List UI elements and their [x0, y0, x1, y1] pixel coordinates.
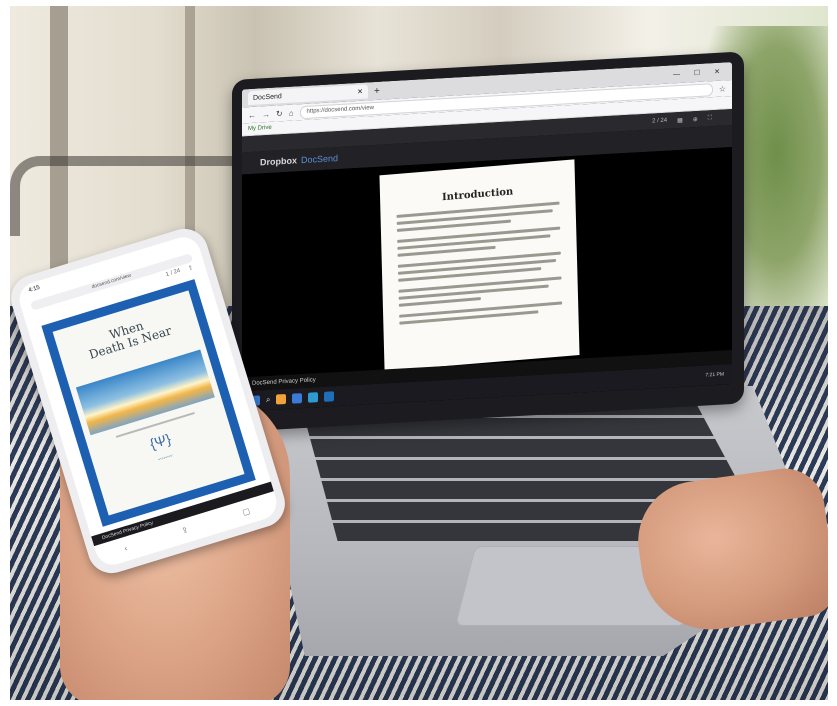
share-icon[interactable]: ⇪: [180, 525, 189, 536]
tab-title: DocSend: [253, 92, 282, 102]
book-cover-inner: When Death Is Near {Ψ} 〰〰〰: [52, 290, 245, 516]
taskbar-app-icon[interactable]: [292, 393, 303, 404]
grid-icon[interactable]: ▦: [677, 116, 683, 123]
laptop-lid: DocSend ✕ + — ☐ ✕ ← → ↻ ⌂ https://docsen…: [232, 51, 744, 432]
page-counter: 2 / 24: [652, 117, 668, 125]
phone-page-counter: 1 / 24: [165, 267, 182, 279]
new-tab-button[interactable]: +: [374, 85, 380, 96]
home-icon[interactable]: ⌂: [289, 108, 294, 117]
photo: DocSend ✕ + — ☐ ✕ ← → ↻ ⌂ https://docsen…: [10, 6, 828, 700]
back-icon[interactable]: ‹: [123, 543, 128, 552]
privacy-policy-link[interactable]: DocSend Privacy Policy: [252, 377, 316, 387]
taskbar-app-icon[interactable]: [324, 391, 335, 402]
back-icon[interactable]: ←: [248, 110, 256, 119]
document-viewer[interactable]: Introduction: [242, 147, 732, 371]
zoom-icon[interactable]: ⊕: [693, 115, 698, 122]
window-controls[interactable]: — ☐ ✕: [673, 67, 726, 78]
book-cover[interactable]: When Death Is Near {Ψ} 〰〰〰: [41, 279, 256, 527]
taskbar-clock: 7:21 PM: [705, 371, 724, 379]
bookmark-my-drive[interactable]: My Drive: [248, 125, 272, 132]
forward-icon[interactable]: →: [262, 109, 270, 118]
background-chair: [10, 156, 260, 236]
close-icon[interactable]: ✕: [357, 88, 363, 96]
search-icon[interactable]: ⌕: [266, 395, 270, 405]
document-page: Introduction: [379, 159, 580, 371]
bookmark-icon[interactable]: ☆: [719, 84, 726, 93]
taskbar-app-icon[interactable]: [308, 392, 319, 403]
brand-name: Dropbox: [260, 155, 297, 168]
tabs-icon[interactable]: ▢: [241, 506, 251, 517]
share-icon[interactable]: ⇪: [187, 264, 195, 277]
taskbar-app-icon[interactable]: [276, 393, 287, 405]
brand-product: DocSend: [301, 153, 339, 166]
reload-icon[interactable]: ↻: [276, 109, 283, 118]
fullscreen-icon[interactable]: ⛶: [708, 115, 712, 122]
laptop-screen: DocSend ✕ + — ☐ ✕ ← → ↻ ⌂ https://docsen…: [242, 62, 732, 412]
